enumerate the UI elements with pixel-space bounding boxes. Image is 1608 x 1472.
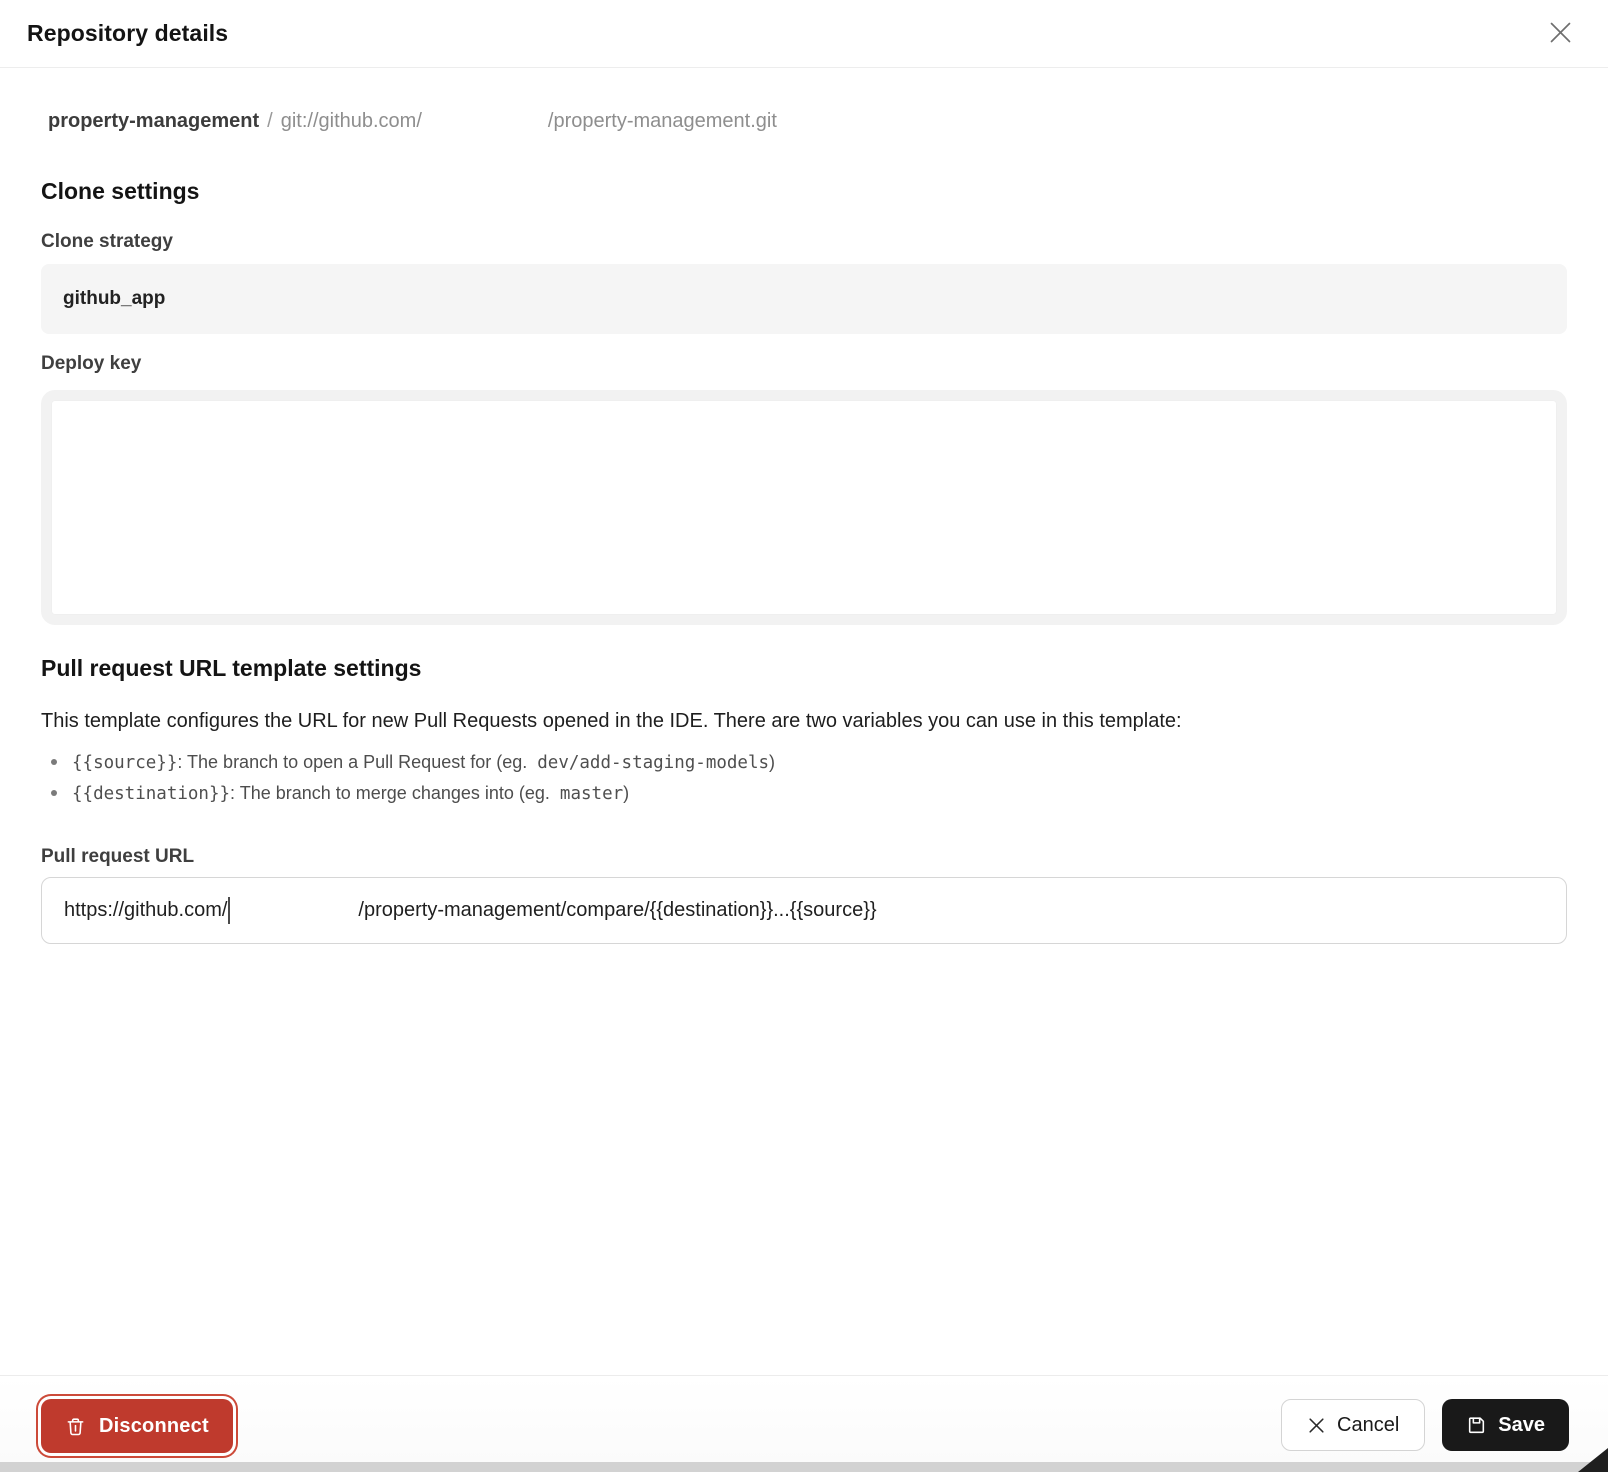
variable-suffix: ) xyxy=(623,783,629,803)
clone-settings-heading: Clone settings xyxy=(41,176,1567,206)
template-variable-list: {{source}}: The branch to open a Pull Re… xyxy=(41,747,1567,809)
repo-name: property-management xyxy=(48,110,259,132)
clone-strategy-value: github_app xyxy=(63,288,165,310)
repo-url-suffix: /property-management.git xyxy=(548,110,777,132)
trash-icon xyxy=(65,1416,86,1437)
save-label: Save xyxy=(1498,1414,1545,1437)
disconnect-label: Disconnect xyxy=(99,1415,209,1438)
close-icon xyxy=(1547,19,1574,49)
text-caret xyxy=(228,897,230,924)
modal-body: property-management / git://github.com/ /pr… xyxy=(0,68,1608,944)
repository-details-modal: Repository details property-management / g… xyxy=(0,0,1608,1472)
breadcrumb-separator: / xyxy=(267,110,273,132)
deploy-key-label: Deploy key xyxy=(41,352,1567,376)
deploy-key-textarea[interactable] xyxy=(51,400,1557,615)
cancel-button[interactable]: Cancel xyxy=(1281,1399,1425,1451)
breadcrumb: property-management / git://github.com/ /pr… xyxy=(41,68,1567,134)
page-background-strip xyxy=(0,1462,1608,1472)
pr-template-settings-heading: Pull request URL template settings xyxy=(41,653,1567,683)
url-value-suffix: /property-management/compare/{{destinati… xyxy=(358,899,876,922)
variable-suffix: ) xyxy=(769,752,775,772)
variable-example: dev/add-staging-models xyxy=(537,753,769,773)
pull-request-url-label: Pull request URL xyxy=(41,845,1567,869)
bullet-icon xyxy=(51,790,57,796)
cancel-label: Cancel xyxy=(1337,1414,1399,1437)
modal-header: Repository details xyxy=(0,0,1608,68)
pull-request-url-input[interactable]: https://github.com/ /property-management/… xyxy=(41,877,1567,944)
close-button[interactable] xyxy=(1542,16,1578,52)
url-value-prefix: https://github.com/ xyxy=(64,899,227,922)
clone-strategy-field: github_app xyxy=(41,264,1567,334)
variable-code: {{destination}} xyxy=(72,784,230,804)
variable-code: {{source}} xyxy=(72,753,177,773)
page-title: Repository details xyxy=(27,20,228,47)
variable-description: : The branch to open a Pull Request for … xyxy=(177,752,532,772)
clone-strategy-label: Clone strategy xyxy=(41,230,1567,254)
save-button[interactable]: Save xyxy=(1442,1399,1569,1451)
bullet-icon xyxy=(51,759,57,765)
pr-template-description: This template configures the URL for new… xyxy=(41,705,1567,737)
deploy-key-frame xyxy=(41,390,1567,625)
x-icon xyxy=(1307,1416,1326,1435)
modal-footer: Disconnect Cancel Save xyxy=(0,1375,1608,1462)
variable-example: master xyxy=(560,784,623,804)
list-item: {{destination}}: The branch to merge cha… xyxy=(41,778,1567,809)
floppy-disk-icon xyxy=(1466,1415,1487,1436)
list-item: {{source}}: The branch to open a Pull Re… xyxy=(41,747,1567,778)
footer-actions: Cancel Save xyxy=(1281,1399,1569,1451)
disconnect-button[interactable]: Disconnect xyxy=(41,1399,233,1453)
repo-url-prefix: git://github.com/ xyxy=(281,110,422,132)
variable-description: : The branch to merge changes into (eg. xyxy=(230,783,555,803)
